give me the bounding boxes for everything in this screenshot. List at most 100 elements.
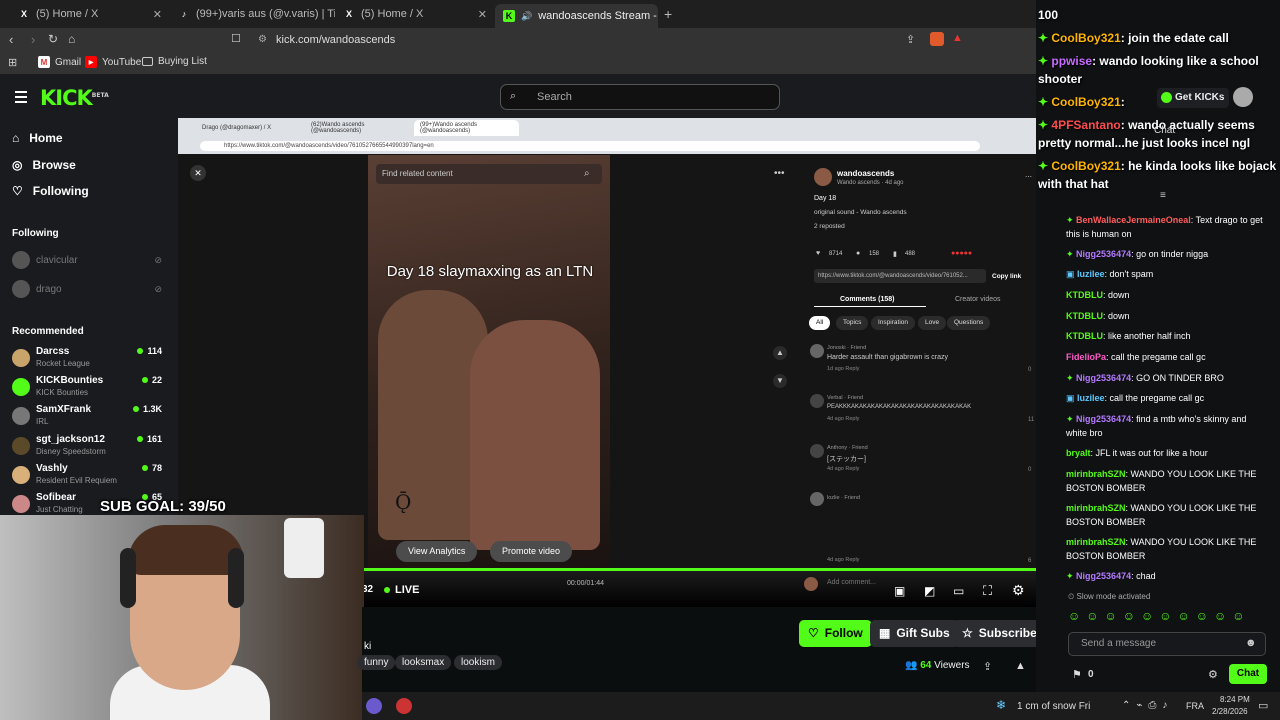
app-icon[interactable]: [366, 698, 382, 714]
following-name: clavicular: [36, 254, 78, 266]
nav-browse[interactable]: ◎ Browse: [12, 158, 76, 172]
tab-label: (99+)varis aus (@v.varis) | TikTok: [196, 8, 335, 20]
overlay-message: ✦ CoolBoy321: he kinda looks like bojack…: [1038, 159, 1277, 191]
subscribe-button[interactable]: ☆ Subscribe: [953, 620, 1046, 647]
back-icon[interactable]: ‹: [9, 32, 13, 47]
browser-tab-bar: X (5) Home / X ✕ ♪ (99+)varis aus (@v.va…: [0, 0, 1036, 28]
following-item[interactable]: drago ⊘: [12, 280, 162, 298]
bookmark-label: Buying List: [158, 56, 207, 67]
chat-text: : down: [1103, 311, 1130, 321]
avatar[interactable]: [1233, 87, 1253, 107]
recommended-item[interactable]: sgt_jackson12 Disney Speedstorm 161: [12, 434, 162, 462]
nav-label: Following: [32, 184, 89, 198]
comment-icon: ●: [856, 250, 861, 257]
following-item[interactable]: clavicular ⊘: [12, 251, 162, 269]
menu-icon[interactable]: [15, 91, 27, 103]
gift-subs-button[interactable]: ▦ Gift Subs: [870, 620, 959, 647]
theater-icon[interactable]: ▭: [953, 584, 964, 598]
brave-shield-icon[interactable]: [930, 32, 944, 46]
search-input[interactable]: Search: [500, 84, 780, 110]
recommended-item[interactable]: SamXFrank IRL 1.3K: [12, 404, 162, 432]
clip-icon[interactable]: ◩: [924, 584, 935, 598]
browser-tab-active[interactable]: K 🔊 wandoascends Stream - Wat ✕: [495, 4, 658, 28]
emoji-icon[interactable]: ☻: [1245, 637, 1257, 649]
tt-chip: Love: [918, 316, 947, 330]
overlay-user: CoolBoy321: [1051, 31, 1121, 45]
nav-home[interactable]: ⌂ Home: [12, 131, 63, 145]
tt-comment-text: Harder assault than gigabrown is crazy: [827, 354, 949, 361]
chevron-up-icon: ▲: [773, 346, 787, 360]
browser-tab-2[interactable]: ♪ (99+)varis aus (@v.varis) | TikTok ✕: [170, 4, 335, 24]
fullscreen-icon[interactable]: ⛶: [983, 583, 992, 599]
new-tab-icon[interactable]: +: [664, 6, 672, 22]
bookmark-folder[interactable]: Buying List: [142, 56, 207, 67]
apps-icon[interactable]: ⊞: [8, 56, 17, 69]
close-icon[interactable]: ✕: [153, 8, 162, 21]
chat-filter-icon[interactable]: ≡: [1160, 190, 1166, 201]
share-icon[interactable]: ⇪: [906, 33, 915, 46]
forward-icon[interactable]: ›: [31, 32, 35, 47]
reload-icon[interactable]: ↻: [48, 32, 58, 46]
chat-message-input[interactable]: Send a message: [1068, 632, 1266, 656]
recommended-item[interactable]: Darcss Rocket League 114: [12, 346, 162, 374]
tt-post-title: Day 18: [814, 195, 837, 202]
report-icon[interactable]: ▲: [1015, 660, 1026, 672]
viewer-counter: 👥 64 Viewers: [905, 660, 970, 671]
kicks-icon: ⚑: [1072, 669, 1082, 681]
channel-name: Darcss: [36, 346, 70, 357]
chat-user: KTDBLU: [1066, 331, 1103, 341]
notification-icon[interactable]: ▭: [1258, 699, 1268, 712]
recommended-item[interactable]: Vashly Resident Evil Requiem 78: [12, 463, 162, 491]
home-icon[interactable]: ⌂: [68, 32, 75, 46]
tt-time: 00:00/01:44: [567, 580, 604, 587]
follow-button[interactable]: ♡ Follow: [799, 620, 872, 647]
pip-icon[interactable]: ▣: [894, 584, 905, 598]
language-indicator[interactable]: FRA: [1186, 701, 1204, 711]
site-info-icon[interactable]: ⚙: [258, 34, 267, 45]
share-icon[interactable]: ⇪: [983, 660, 992, 673]
chat-user: mirinbrahSZN: [1066, 503, 1126, 513]
channel-name: sgt_jackson12: [36, 434, 105, 445]
stream-tag[interactable]: looksmax: [395, 655, 452, 670]
slow-mode-text: Slow mode activated: [1076, 592, 1151, 601]
captured-tab: Drago (@dragomaxer) / X: [196, 120, 301, 136]
close-icon[interactable]: ✕: [478, 8, 487, 21]
app-icon[interactable]: [396, 698, 412, 714]
chat-send-button[interactable]: Chat: [1229, 664, 1267, 684]
tt-comment-likes: 0: [1028, 367, 1032, 373]
bookmark-gmail[interactable]: M Gmail: [38, 56, 81, 68]
chat-user: BenWallaceJermaineOneal: [1076, 215, 1191, 225]
tt-comment-likes: 11: [1028, 417, 1035, 423]
stream-tag[interactable]: funny: [357, 655, 396, 670]
tt-comment-likes: 6: [1028, 558, 1032, 564]
settings-icon[interactable]: ⚙: [1012, 582, 1025, 599]
info-icon: ⏲: [1068, 592, 1075, 601]
browser-tab-1[interactable]: X (5) Home / X ✕: [10, 4, 170, 24]
viewers-label: Viewers: [934, 660, 970, 671]
bookmark-youtube[interactable]: ▶ YouTube: [85, 56, 141, 68]
tray-icons[interactable]: ⌃⌁⎙♪: [1122, 700, 1173, 711]
stream-tag[interactable]: lookism: [454, 655, 502, 670]
recommended-item[interactable]: KICKBounties KICK Bounties 22: [12, 375, 162, 403]
tt-chip: Inspiration: [871, 316, 915, 330]
url-field[interactable]: kick.com/wandoascends: [250, 31, 970, 49]
tt-comment-meta: 4d ago Reply: [827, 557, 860, 563]
users-icon: 👥: [905, 660, 918, 671]
search-icon: ⌕: [584, 168, 590, 179]
rewards-icon[interactable]: ▲: [952, 32, 963, 44]
folder-icon: [142, 57, 153, 66]
bookmark-icon[interactable]: ☐: [231, 32, 241, 45]
emote-bar[interactable]: ☺☺☺☺☺☺☺☺☺☺: [1068, 609, 1251, 623]
channel-category: Rocket League: [36, 359, 90, 368]
nav-following[interactable]: ♡ Following: [12, 184, 89, 198]
viewer-count: 114: [137, 346, 162, 356]
overlay-message: ✦ ppwise: wando looking like a school sh…: [1038, 54, 1259, 86]
video-person: [470, 320, 600, 550]
chevron-down-icon: ▼: [773, 374, 787, 388]
tt-comment-likes: 0: [1028, 467, 1032, 473]
chat-text: : don't spam: [1104, 269, 1154, 279]
channel-category: KICK Bounties: [36, 388, 89, 397]
browser-tab-3[interactable]: X (5) Home / X ✕: [335, 4, 495, 24]
settings-icon[interactable]: ⚙: [1208, 668, 1218, 681]
kick-logo[interactable]: KICKBETA: [40, 86, 109, 110]
